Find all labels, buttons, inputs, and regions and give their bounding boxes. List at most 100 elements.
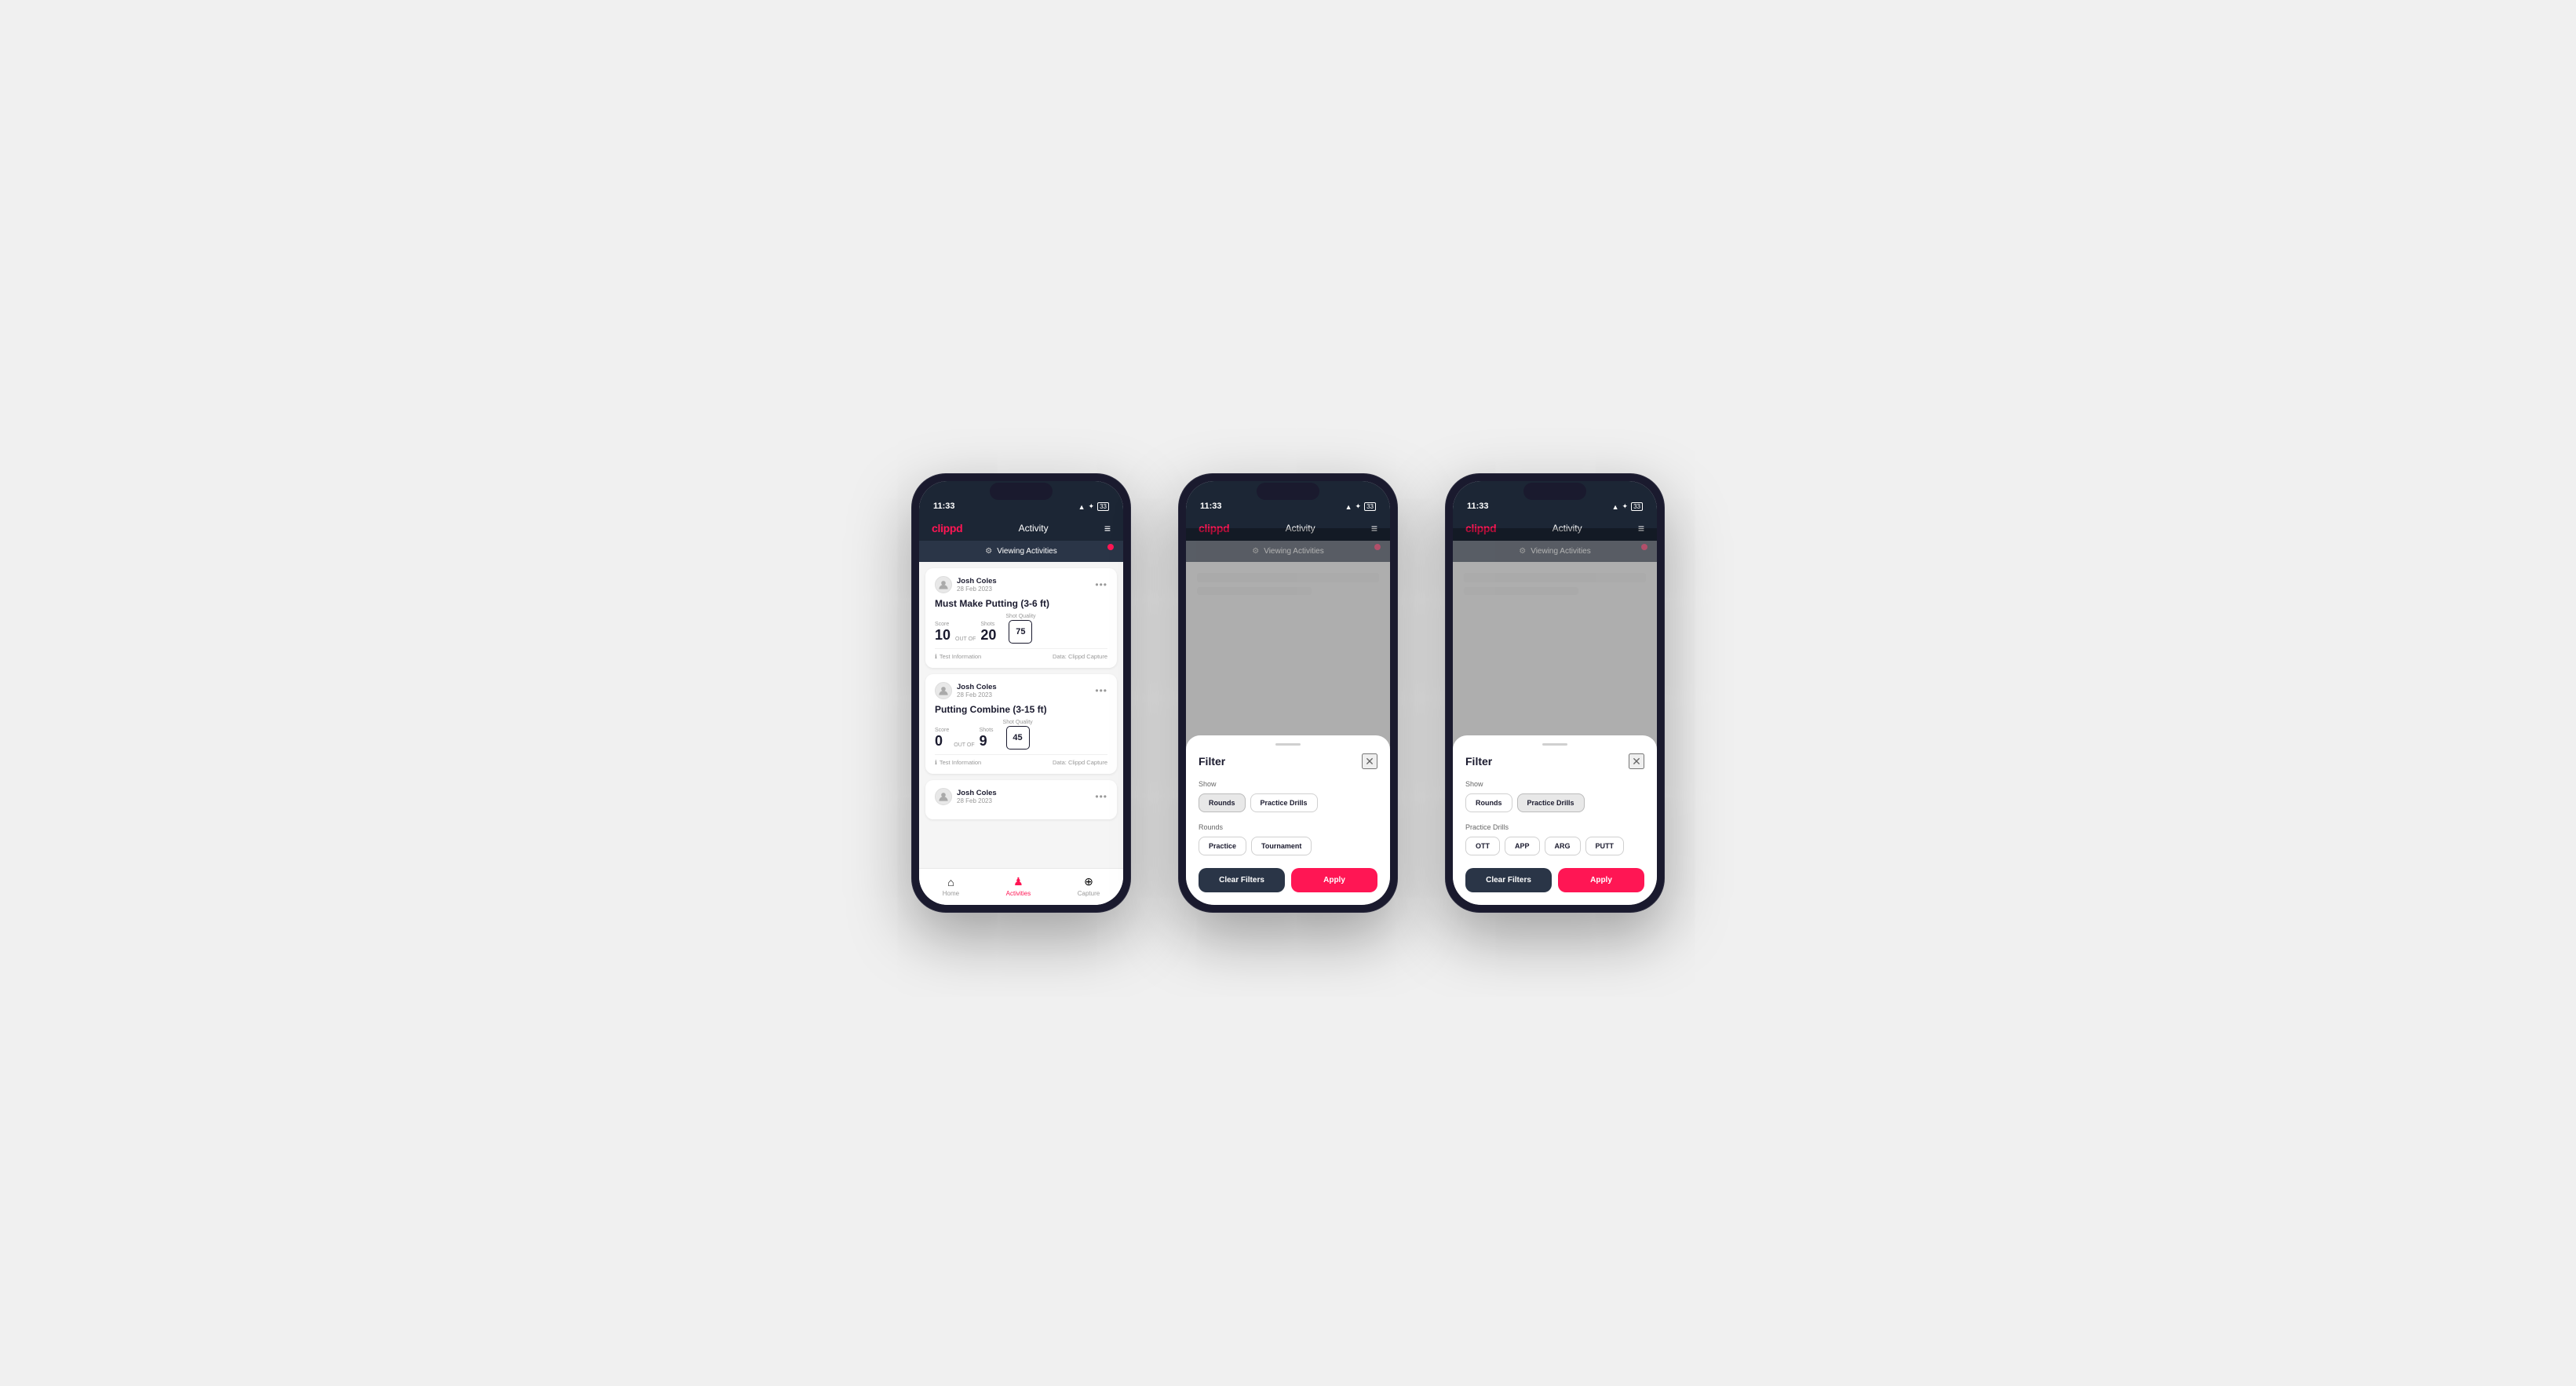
dynamic-island xyxy=(990,483,1053,500)
phone-3: 11:33 ▲ ✦ 33 clippd Activity ≡ ⚙ Viewing… xyxy=(1445,473,1665,913)
filter-icon-1: ⚙ xyxy=(985,547,992,556)
practice-round-btn-2[interactable]: Practice xyxy=(1199,837,1246,855)
show-label-3: Show xyxy=(1465,780,1644,788)
phone-1: 11:33 ▲ ✦ 33 clippd Activity ≡ ⚙ Viewing… xyxy=(911,473,1131,913)
quality-label-2: Shot Quality xyxy=(1003,720,1033,725)
sheet-header-3: Filter ✕ xyxy=(1465,753,1644,769)
status-time: 11:33 xyxy=(933,502,955,511)
user-date-3: 28 Feb 2023 xyxy=(957,797,997,804)
sheet-handle-2 xyxy=(1275,743,1301,746)
more-options-2[interactable]: ••• xyxy=(1095,685,1107,696)
out-of-1: OUT OF xyxy=(955,636,976,642)
content-1: Josh Coles 28 Feb 2023 ••• Must Make Put… xyxy=(919,562,1123,868)
nav-bar-1: clippd Activity ≡ xyxy=(919,516,1123,541)
phone-screen-3: 11:33 ▲ ✦ 33 clippd Activity ≡ ⚙ Viewing… xyxy=(1453,481,1657,905)
avatar-3 xyxy=(935,788,952,805)
test-info-label-1: Test Information xyxy=(940,653,981,660)
sheet-actions-2: Clear Filters Apply xyxy=(1199,868,1377,892)
test-info-label-2: Test Information xyxy=(940,759,981,766)
tab-home[interactable]: ⌂ Home xyxy=(943,876,959,897)
user-info-2: Josh Coles 28 Feb 2023 xyxy=(935,682,997,699)
battery-icon: 33 xyxy=(1097,502,1109,511)
sheet-header-2: Filter ✕ xyxy=(1199,753,1377,769)
home-label: Home xyxy=(943,890,959,897)
tab-activities[interactable]: ♟ Activities xyxy=(1006,875,1031,897)
user-name-3: Josh Coles xyxy=(957,789,997,797)
score-group-1: Score 10 xyxy=(935,622,950,644)
close-filter-2[interactable]: ✕ xyxy=(1362,753,1377,769)
dynamic-island-3 xyxy=(1523,483,1586,500)
status-icons-2: ▲ ✦ 33 xyxy=(1345,502,1376,511)
putt-btn-3[interactable]: PUTT xyxy=(1585,837,1625,855)
phone-2: 11:33 ▲ ✦ 33 clippd Activity ≡ ⚙ Viewing… xyxy=(1178,473,1398,913)
shots-label-2: Shots xyxy=(980,728,994,733)
notification-dot-1 xyxy=(1107,544,1114,550)
viewing-bar-1[interactable]: ⚙ Viewing Activities xyxy=(919,541,1123,562)
practice-drills-btn-2[interactable]: Practice Drills xyxy=(1250,793,1318,812)
activity-card-2: Josh Coles 28 Feb 2023 ••• Putting Combi… xyxy=(925,674,1117,774)
show-label-2: Show xyxy=(1199,780,1377,788)
battery-icon-3: 33 xyxy=(1631,502,1643,511)
capture-icon: ⊕ xyxy=(1084,875,1093,888)
clear-filters-btn-2[interactable]: Clear Filters xyxy=(1199,868,1285,892)
avatar-1 xyxy=(935,576,952,593)
arg-btn-3[interactable]: ARG xyxy=(1545,837,1581,855)
sheet-handle-3 xyxy=(1542,743,1567,746)
data-source-1: Data: Clippd Capture xyxy=(1053,653,1107,660)
activity-title-2: Putting Combine (3-15 ft) xyxy=(935,704,1107,715)
sheet-actions-3: Clear Filters Apply xyxy=(1465,868,1644,892)
user-details-3: Josh Coles 28 Feb 2023 xyxy=(957,789,997,804)
info-icon-1: ℹ xyxy=(935,653,937,660)
score-label-2: Score xyxy=(935,728,949,733)
signal-icon-3: ▲ xyxy=(1612,503,1619,511)
dynamic-island-2 xyxy=(1257,483,1319,500)
tournament-btn-2[interactable]: Tournament xyxy=(1251,837,1312,855)
user-name-1: Josh Coles xyxy=(957,577,997,585)
user-info-1: Josh Coles 28 Feb 2023 xyxy=(935,576,997,593)
filter-sheet-2: Filter ✕ Show Rounds Practice Drills Rou… xyxy=(1186,735,1390,905)
nav-title-1: Activity xyxy=(1019,523,1049,534)
show-buttons-3: Rounds Practice Drills xyxy=(1465,793,1644,812)
quality-badge-2: 45 xyxy=(1006,726,1030,750)
more-options-1[interactable]: ••• xyxy=(1095,579,1107,590)
activity-title-1: Must Make Putting (3-6 ft) xyxy=(935,598,1107,609)
out-of-2: OUT OF xyxy=(954,742,974,748)
status-time-3: 11:33 xyxy=(1467,502,1489,511)
more-options-3[interactable]: ••• xyxy=(1095,791,1107,802)
wifi-icon: ✦ xyxy=(1089,502,1095,511)
close-filter-3[interactable]: ✕ xyxy=(1629,753,1644,769)
ott-btn-3[interactable]: OTT xyxy=(1465,837,1500,855)
signal-icon: ▲ xyxy=(1078,503,1085,511)
wifi-icon-3: ✦ xyxy=(1622,502,1629,511)
filter-title-3: Filter xyxy=(1465,755,1492,768)
rounds-btn-2[interactable]: Rounds xyxy=(1199,793,1246,812)
show-buttons-2: Rounds Practice Drills xyxy=(1199,793,1377,812)
scene: 11:33 ▲ ✦ 33 clippd Activity ≡ ⚙ Viewing… xyxy=(864,426,1712,960)
wifi-icon-2: ✦ xyxy=(1356,502,1362,511)
app-btn-3[interactable]: APP xyxy=(1505,837,1540,855)
shots-group-2: Shots 9 xyxy=(980,728,994,750)
quality-badge-1: 75 xyxy=(1009,620,1032,644)
battery-icon-2: 33 xyxy=(1364,502,1376,511)
tab-bar-1: ⌂ Home ♟ Activities ⊕ Capture xyxy=(919,868,1123,905)
score-value-1: 10 xyxy=(935,627,950,643)
practice-drills-btn-3[interactable]: Practice Drills xyxy=(1517,793,1585,812)
apply-btn-2[interactable]: Apply xyxy=(1291,868,1377,892)
card-footer-1: ℹ Test Information Data: Clippd Capture xyxy=(935,648,1107,660)
score-group-2: Score 0 xyxy=(935,728,949,750)
phone-screen-1: 11:33 ▲ ✦ 33 clippd Activity ≡ ⚙ Viewing… xyxy=(919,481,1123,905)
clear-filters-btn-3[interactable]: Clear Filters xyxy=(1465,868,1552,892)
test-info-2: ℹ Test Information xyxy=(935,759,981,766)
shots-value-2: 9 xyxy=(980,733,987,749)
rounds-btn-3[interactable]: Rounds xyxy=(1465,793,1512,812)
tab-capture[interactable]: ⊕ Capture xyxy=(1078,875,1100,897)
card-header-1: Josh Coles 28 Feb 2023 ••• xyxy=(935,576,1107,593)
apply-btn-3[interactable]: Apply xyxy=(1558,868,1644,892)
rounds-label-2: Rounds xyxy=(1199,823,1377,831)
menu-icon-1[interactable]: ≡ xyxy=(1104,522,1111,534)
phone-screen-2: 11:33 ▲ ✦ 33 clippd Activity ≡ ⚙ Viewing… xyxy=(1186,481,1390,905)
user-details-2: Josh Coles 28 Feb 2023 xyxy=(957,683,997,698)
card-header-3: Josh Coles 28 Feb 2023 ••• xyxy=(935,788,1107,805)
activities-icon: ♟ xyxy=(1013,875,1023,888)
logo-1: clippd xyxy=(932,522,962,534)
